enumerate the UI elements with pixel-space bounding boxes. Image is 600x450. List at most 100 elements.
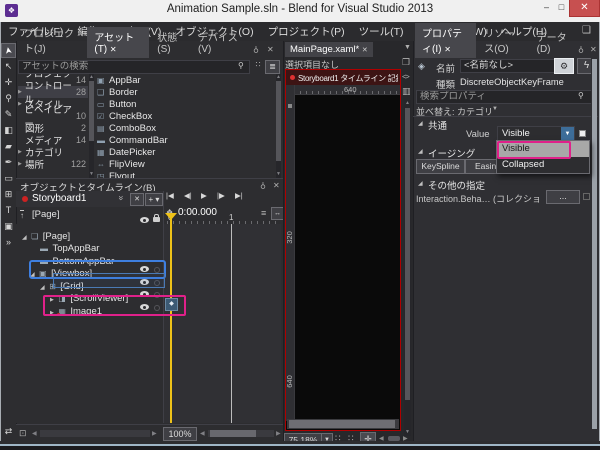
asset-button[interactable]: ▭Button xyxy=(97,99,275,110)
close-button[interactable]: ✕ xyxy=(569,0,600,17)
go-to-first-frame-icon[interactable]: |◀ xyxy=(166,191,174,200)
section-easing[interactable]: イージング xyxy=(428,146,475,160)
scroll-right-icon[interactable]: ▶ xyxy=(276,430,281,437)
storyboard-close-button[interactable]: ✕ xyxy=(130,193,144,206)
scroll-left-icon[interactable]: ◀ xyxy=(200,430,205,437)
scroll-down-icon[interactable]: ▼ xyxy=(89,172,94,177)
asset-datepicker[interactable]: ▦DatePicker xyxy=(97,147,275,158)
go-to-last-frame-icon[interactable]: ▶| xyxy=(235,191,243,200)
combobox-chevron-icon[interactable]: ▼ xyxy=(561,127,574,141)
selection-tool-icon[interactable]: ➤ xyxy=(2,44,15,57)
document-tab-close-icon[interactable]: ✕ xyxy=(362,47,368,54)
properties-scrollbar[interactable] xyxy=(591,57,597,441)
document-tab[interactable]: MainPage.xaml* ✕ xyxy=(285,42,373,57)
property-marker[interactable] xyxy=(583,193,590,200)
timeline-playhead[interactable] xyxy=(170,214,172,423)
grid-view-icon[interactable]: ∷ xyxy=(252,60,264,73)
easing-tab-keyspline[interactable]: KeySpline xyxy=(416,159,465,174)
eyedropper-tool-icon[interactable]: ✎ xyxy=(2,108,15,121)
storyboard-chevron-icon[interactable]: » xyxy=(117,195,127,200)
category-scrollbar[interactable]: ▲ ▼ xyxy=(89,74,94,178)
asset-search-input[interactable]: アセットの検索 xyxy=(18,60,250,74)
tab-states[interactable]: 状態(S) xyxy=(150,27,190,58)
scroll-up-icon[interactable]: ▲ xyxy=(276,75,281,80)
scroll-down-icon[interactable]: ▼ xyxy=(276,172,281,177)
direct-selection-tool-icon[interactable]: ↖ xyxy=(2,60,15,73)
scroll-up-icon[interactable]: ▲ xyxy=(89,75,94,80)
more-tools-icon[interactable]: » xyxy=(2,236,15,249)
pan-tool-icon[interactable]: ✛ xyxy=(2,76,15,89)
scope-up-icon[interactable]: ↑ xyxy=(20,210,24,220)
playhead-handle-icon[interactable] xyxy=(165,213,177,220)
controls-tool-icon[interactable]: ▣ xyxy=(2,220,15,233)
sort-chevron-icon[interactable]: ▼ xyxy=(492,106,498,112)
asset-scrollbar[interactable]: ▲ ▼ xyxy=(276,74,281,178)
storyboard-add-button[interactable]: + ▾ xyxy=(145,193,163,206)
eraser-tool-icon[interactable]: ▰ xyxy=(2,140,15,153)
asset-combobox[interactable]: ▤ComboBox xyxy=(97,123,275,134)
code-view-icon[interactable]: <> xyxy=(402,72,409,81)
tab-project[interactable]: プロジェクト(J) xyxy=(17,23,86,58)
advanced-options-wrench-icon[interactable]: ⚙ xyxy=(554,58,574,74)
right-panel-close-icon[interactable]: ✕ xyxy=(590,45,597,54)
name-input[interactable]: <名前なし> xyxy=(460,59,556,73)
text-tool-icon[interactable]: T xyxy=(2,204,15,217)
section-expander-icon[interactable]: ◢ xyxy=(418,120,423,127)
scrollbar-thumb[interactable] xyxy=(210,430,256,437)
artboard-vscrollbar[interactable]: ▲ ▼ xyxy=(404,100,411,436)
section-expander-icon[interactable]: ◢ xyxy=(418,148,423,155)
asset-flipview[interactable]: ⇔FlipView xyxy=(97,159,275,170)
property-marker[interactable] xyxy=(579,130,586,137)
lock-column-icon[interactable] xyxy=(153,217,160,222)
document-list-chevron-icon[interactable]: ▼ xyxy=(404,44,411,51)
tab-data[interactable]: データ(D) xyxy=(530,27,574,58)
right-panel-pin-icon[interactable]: ⚲ xyxy=(578,45,584,54)
asset-border[interactable]: ❑Border xyxy=(97,87,275,98)
left-panel-close-icon[interactable]: ✕ xyxy=(267,45,274,54)
section-common[interactable]: 共通 xyxy=(428,118,447,132)
menu-project[interactable]: プロジェクト(P) xyxy=(261,24,352,39)
artboard-hscrollbar[interactable] xyxy=(287,419,399,429)
split-view-icon[interactable]: ▥ xyxy=(402,86,411,97)
play-icon[interactable]: ▶ xyxy=(201,191,207,200)
rectangle-tool-icon[interactable]: ▭ xyxy=(2,172,15,185)
asset-checkbox[interactable]: ☑CheckBox xyxy=(97,111,275,122)
paint-bucket-tool-icon[interactable]: ◧ xyxy=(2,124,15,137)
tab-properties[interactable]: プロパティ(I) ✕ xyxy=(415,23,476,58)
asset-appbar[interactable]: ▣AppBar xyxy=(97,75,275,86)
scroll-left-icon[interactable]: ◀ xyxy=(32,430,37,437)
section-misc[interactable]: その他の指定 xyxy=(428,178,485,192)
objects-pin-icon[interactable]: ⚲ xyxy=(260,181,266,190)
dropdown-item-collapsed[interactable]: Collapsed xyxy=(497,157,589,173)
collection-ellipsis-button[interactable]: ... xyxy=(546,190,580,204)
grid-tool-icon[interactable]: ⊞ xyxy=(2,188,15,201)
visibility-column-eye-icon[interactable] xyxy=(140,217,149,223)
pen-tool-icon[interactable]: ✒ xyxy=(2,156,15,169)
document-switch-icon[interactable]: ❐ xyxy=(402,57,410,68)
category-locations[interactable]: ▶場所122 xyxy=(18,158,88,170)
left-panel-pin-icon[interactable]: ⚲ xyxy=(253,45,259,54)
sync-icon[interactable]: ⇄ xyxy=(2,425,15,438)
menu-tools[interactable]: ツール(T) xyxy=(352,24,411,39)
tab-resources[interactable]: リソース(O) xyxy=(477,23,528,58)
list-view-icon[interactable]: ≣ xyxy=(265,60,280,74)
timeline-hscrollbar[interactable] xyxy=(208,430,274,437)
maximize-button[interactable]: □ xyxy=(554,0,569,15)
timeline-zoom-value[interactable]: 100% xyxy=(163,427,197,441)
asset-commandbar[interactable]: ▬CommandBar xyxy=(97,135,275,146)
scrollbar-thumb[interactable] xyxy=(289,420,395,428)
tab-device[interactable]: デバイス(V) xyxy=(191,27,246,58)
scroll-right-icon[interactable]: ▶ xyxy=(152,430,157,437)
tree-hscrollbar[interactable] xyxy=(40,430,150,437)
timeline-fit-icon[interactable]: ⊡ xyxy=(19,428,27,439)
next-frame-icon[interactable]: |▶ xyxy=(217,191,225,200)
feedback-icon[interactable]: ❑ xyxy=(582,25,591,36)
tab-assets[interactable]: アセット(T) ✕ xyxy=(87,27,149,58)
zoom-tool-icon[interactable]: ⚲ xyxy=(2,92,15,105)
artboard[interactable]: Storyboard1 タイムライン 記録オン。 640 320 640 xyxy=(285,69,401,431)
objects-close-icon[interactable]: ✕ xyxy=(273,181,280,190)
minimize-button[interactable]: – xyxy=(539,0,554,15)
property-search-input[interactable]: 検索プロパティ xyxy=(416,90,592,104)
section-expander-icon[interactable]: ◢ xyxy=(418,180,423,187)
asset-flyout[interactable]: ◳Flyout xyxy=(97,171,275,178)
